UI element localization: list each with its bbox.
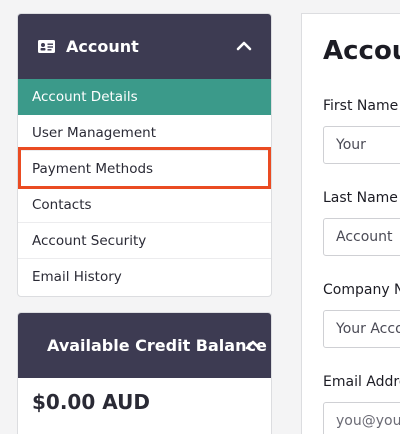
menu-item-email-history[interactable]: Email History: [18, 259, 271, 295]
menu-item-payment-methods[interactable]: Payment Methods: [18, 151, 271, 187]
account-panel-title: Account: [66, 37, 139, 56]
menu-item-user-management[interactable]: User Management: [18, 115, 271, 151]
id-card-icon: [38, 40, 55, 53]
page: Account Account Details User Management …: [0, 0, 400, 434]
account-panel-header[interactable]: Account: [18, 14, 271, 79]
page-title: Accou: [323, 36, 400, 66]
credit-balance-panel: Available Credit Balance $0.00 AUD: [17, 312, 272, 434]
menu-item-contacts[interactable]: Contacts: [18, 187, 271, 223]
account-details-form: Accou First Name Your Last Name Account …: [301, 13, 400, 434]
menu-item-account-security[interactable]: Account Security: [18, 223, 271, 259]
chevron-up-icon[interactable]: [244, 336, 262, 354]
account-menu: Account Details User Management Payment …: [18, 79, 271, 295]
company-name-label: Company N: [323, 282, 400, 298]
credit-balance-amount: $0.00 AUD: [32, 390, 150, 414]
menu-item-account-details[interactable]: Account Details: [18, 79, 271, 115]
email-address-field[interactable]: you@your: [323, 402, 400, 434]
last-name-label: Last Name: [323, 190, 398, 206]
last-name-field[interactable]: Account: [323, 218, 400, 256]
account-panel: Account Account Details User Management …: [17, 13, 272, 297]
email-address-label: Email Addre: [323, 374, 400, 390]
first-name-field[interactable]: Your: [323, 126, 400, 164]
chevron-up-icon[interactable]: [235, 37, 253, 55]
credit-panel-header[interactable]: Available Credit Balance: [18, 313, 271, 378]
company-name-field[interactable]: Your Acco: [323, 310, 400, 348]
first-name-label: First Name: [323, 98, 399, 114]
credit-panel-title: Available Credit Balance: [47, 336, 267, 355]
